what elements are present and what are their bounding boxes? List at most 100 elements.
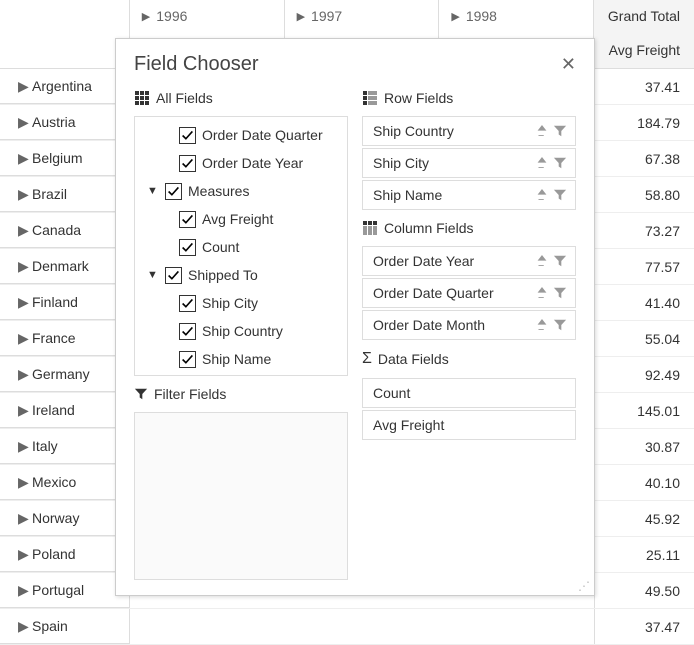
caret-down-icon: ▼ bbox=[147, 185, 159, 197]
checkbox-checked-icon[interactable] bbox=[179, 351, 196, 368]
checkbox-checked-icon[interactable] bbox=[179, 155, 196, 172]
row-header[interactable]: ▶Canada bbox=[0, 213, 130, 248]
tree-item[interactable]: Ship Name bbox=[141, 345, 341, 373]
sort-icon[interactable] bbox=[535, 188, 549, 202]
sort-icon[interactable] bbox=[535, 156, 549, 170]
tree-item[interactable]: Ship Country bbox=[141, 317, 341, 345]
row-header[interactable]: ▶Italy bbox=[0, 429, 130, 464]
filter-icon[interactable] bbox=[553, 254, 567, 268]
cell-value: 25.11 bbox=[594, 537, 694, 572]
field-ship-name[interactable]: Ship Name bbox=[362, 180, 576, 210]
expand-icon: ▶ bbox=[18, 294, 30, 311]
resize-handle-icon[interactable]: ⋰ bbox=[578, 579, 590, 591]
tree-item[interactable]: Ship City bbox=[141, 289, 341, 317]
filter-fields-header: Filter Fields bbox=[134, 386, 348, 402]
sort-icon[interactable] bbox=[535, 318, 549, 332]
col-header-grand-total: Grand Total bbox=[594, 0, 694, 32]
field-avg-freight[interactable]: Avg Freight bbox=[362, 410, 576, 440]
field-order-date-month[interactable]: Order Date Month bbox=[362, 310, 576, 340]
col-header-1997[interactable]: ▶1997 bbox=[285, 0, 440, 32]
col-header-1998[interactable]: ▶1998 bbox=[439, 0, 594, 32]
filter-icon[interactable] bbox=[553, 188, 567, 202]
row-fields-list[interactable]: Ship Country Ship City Ship Name bbox=[362, 116, 576, 210]
cell-value: 184.79 bbox=[594, 105, 694, 140]
row-header[interactable]: ▶Austria bbox=[0, 105, 130, 140]
sort-icon[interactable] bbox=[535, 254, 549, 268]
row-header[interactable]: ▶Norway bbox=[0, 501, 130, 536]
checkbox-checked-icon[interactable] bbox=[165, 183, 182, 200]
row-header[interactable]: ▶France bbox=[0, 321, 130, 356]
header-corner bbox=[0, 0, 130, 32]
header-corner-sub bbox=[0, 32, 130, 68]
filter-fields-area[interactable] bbox=[134, 412, 348, 580]
data-fields-list[interactable]: Count Avg Freight bbox=[362, 378, 576, 440]
field-ship-city[interactable]: Ship City bbox=[362, 148, 576, 178]
filter-icon bbox=[134, 387, 148, 401]
column-fields-list[interactable]: Order Date Year Order Date Quarter Order… bbox=[362, 246, 576, 340]
row-header[interactable]: ▶Portugal bbox=[0, 573, 130, 608]
cell-value: 40.10 bbox=[594, 465, 694, 500]
expand-icon: ▶ bbox=[18, 222, 30, 239]
tree-group-measures[interactable]: ▼Measures bbox=[141, 177, 341, 205]
row-header[interactable]: ▶Ireland bbox=[0, 393, 130, 428]
tree-item[interactable]: Order Date Quarter bbox=[141, 121, 341, 149]
checkbox-checked-icon[interactable] bbox=[179, 127, 196, 144]
row-header[interactable]: ▶Mexico bbox=[0, 465, 130, 500]
all-fields-header: All Fields bbox=[134, 90, 348, 106]
expand-icon: ▶ bbox=[18, 114, 30, 131]
expand-icon: ▶ bbox=[18, 366, 30, 383]
expand-icon: ▶ bbox=[142, 10, 150, 23]
checkbox-checked-icon[interactable] bbox=[179, 295, 196, 312]
column-fields-header: Column Fields bbox=[362, 220, 576, 236]
field-order-date-year[interactable]: Order Date Year bbox=[362, 246, 576, 276]
tree-item[interactable]: Count bbox=[141, 233, 341, 261]
expand-icon: ▶ bbox=[18, 186, 30, 203]
sort-icon[interactable] bbox=[535, 124, 549, 138]
checkbox-checked-icon[interactable] bbox=[179, 211, 196, 228]
cell-value: 49.50 bbox=[594, 573, 694, 608]
expand-icon: ▶ bbox=[18, 330, 30, 347]
cell-value: 77.57 bbox=[594, 249, 694, 284]
row-header[interactable]: ▶Denmark bbox=[0, 249, 130, 284]
expand-icon: ▶ bbox=[18, 258, 30, 275]
row-header[interactable]: ▶Brazil bbox=[0, 177, 130, 212]
data-fields-header: Σ Data Fields bbox=[362, 350, 576, 368]
field-count[interactable]: Count bbox=[362, 378, 576, 408]
row-header[interactable]: ▶Spain bbox=[0, 609, 130, 644]
rows-icon bbox=[362, 90, 378, 106]
cell-value: 45.92 bbox=[594, 501, 694, 536]
cell-value: 30.87 bbox=[594, 429, 694, 464]
sort-icon[interactable] bbox=[535, 286, 549, 300]
row-header[interactable]: ▶Belgium bbox=[0, 141, 130, 176]
row-header[interactable]: ▶Poland bbox=[0, 537, 130, 572]
expand-icon: ▶ bbox=[18, 78, 30, 95]
tree-item[interactable]: Order Date Year bbox=[141, 149, 341, 177]
filter-icon[interactable] bbox=[553, 156, 567, 170]
row-header[interactable]: ▶Germany bbox=[0, 357, 130, 392]
col-header-1996[interactable]: ▶1996 bbox=[130, 0, 285, 32]
expand-icon: ▶ bbox=[18, 402, 30, 419]
cell-value: 37.47 bbox=[594, 609, 694, 644]
filter-icon[interactable] bbox=[553, 124, 567, 138]
expand-icon: ▶ bbox=[18, 474, 30, 491]
cell-value: 37.41 bbox=[594, 69, 694, 104]
cell-value: 41.40 bbox=[594, 285, 694, 320]
checkbox-checked-icon[interactable] bbox=[165, 267, 182, 284]
dialog-title: Field Chooser bbox=[134, 53, 259, 76]
field-ship-country[interactable]: Ship Country bbox=[362, 116, 576, 146]
expand-icon: ▶ bbox=[18, 438, 30, 455]
columns-icon bbox=[362, 220, 378, 236]
filter-icon[interactable] bbox=[553, 318, 567, 332]
tree-item[interactable]: Avg Freight bbox=[141, 205, 341, 233]
row-header[interactable]: ▶Argentina bbox=[0, 69, 130, 104]
cell-value: 67.38 bbox=[594, 141, 694, 176]
all-fields-tree[interactable]: Order Date Quarter Order Date Year ▼Meas… bbox=[134, 116, 348, 376]
checkbox-checked-icon[interactable] bbox=[179, 239, 196, 256]
table-row: ▶Spain 37.47 bbox=[0, 609, 694, 645]
close-button[interactable]: ✕ bbox=[561, 54, 576, 75]
filter-icon[interactable] bbox=[553, 286, 567, 300]
field-order-date-quarter[interactable]: Order Date Quarter bbox=[362, 278, 576, 308]
row-header[interactable]: ▶Finland bbox=[0, 285, 130, 320]
checkbox-checked-icon[interactable] bbox=[179, 323, 196, 340]
tree-group-shipped-to[interactable]: ▼Shipped To bbox=[141, 261, 341, 289]
